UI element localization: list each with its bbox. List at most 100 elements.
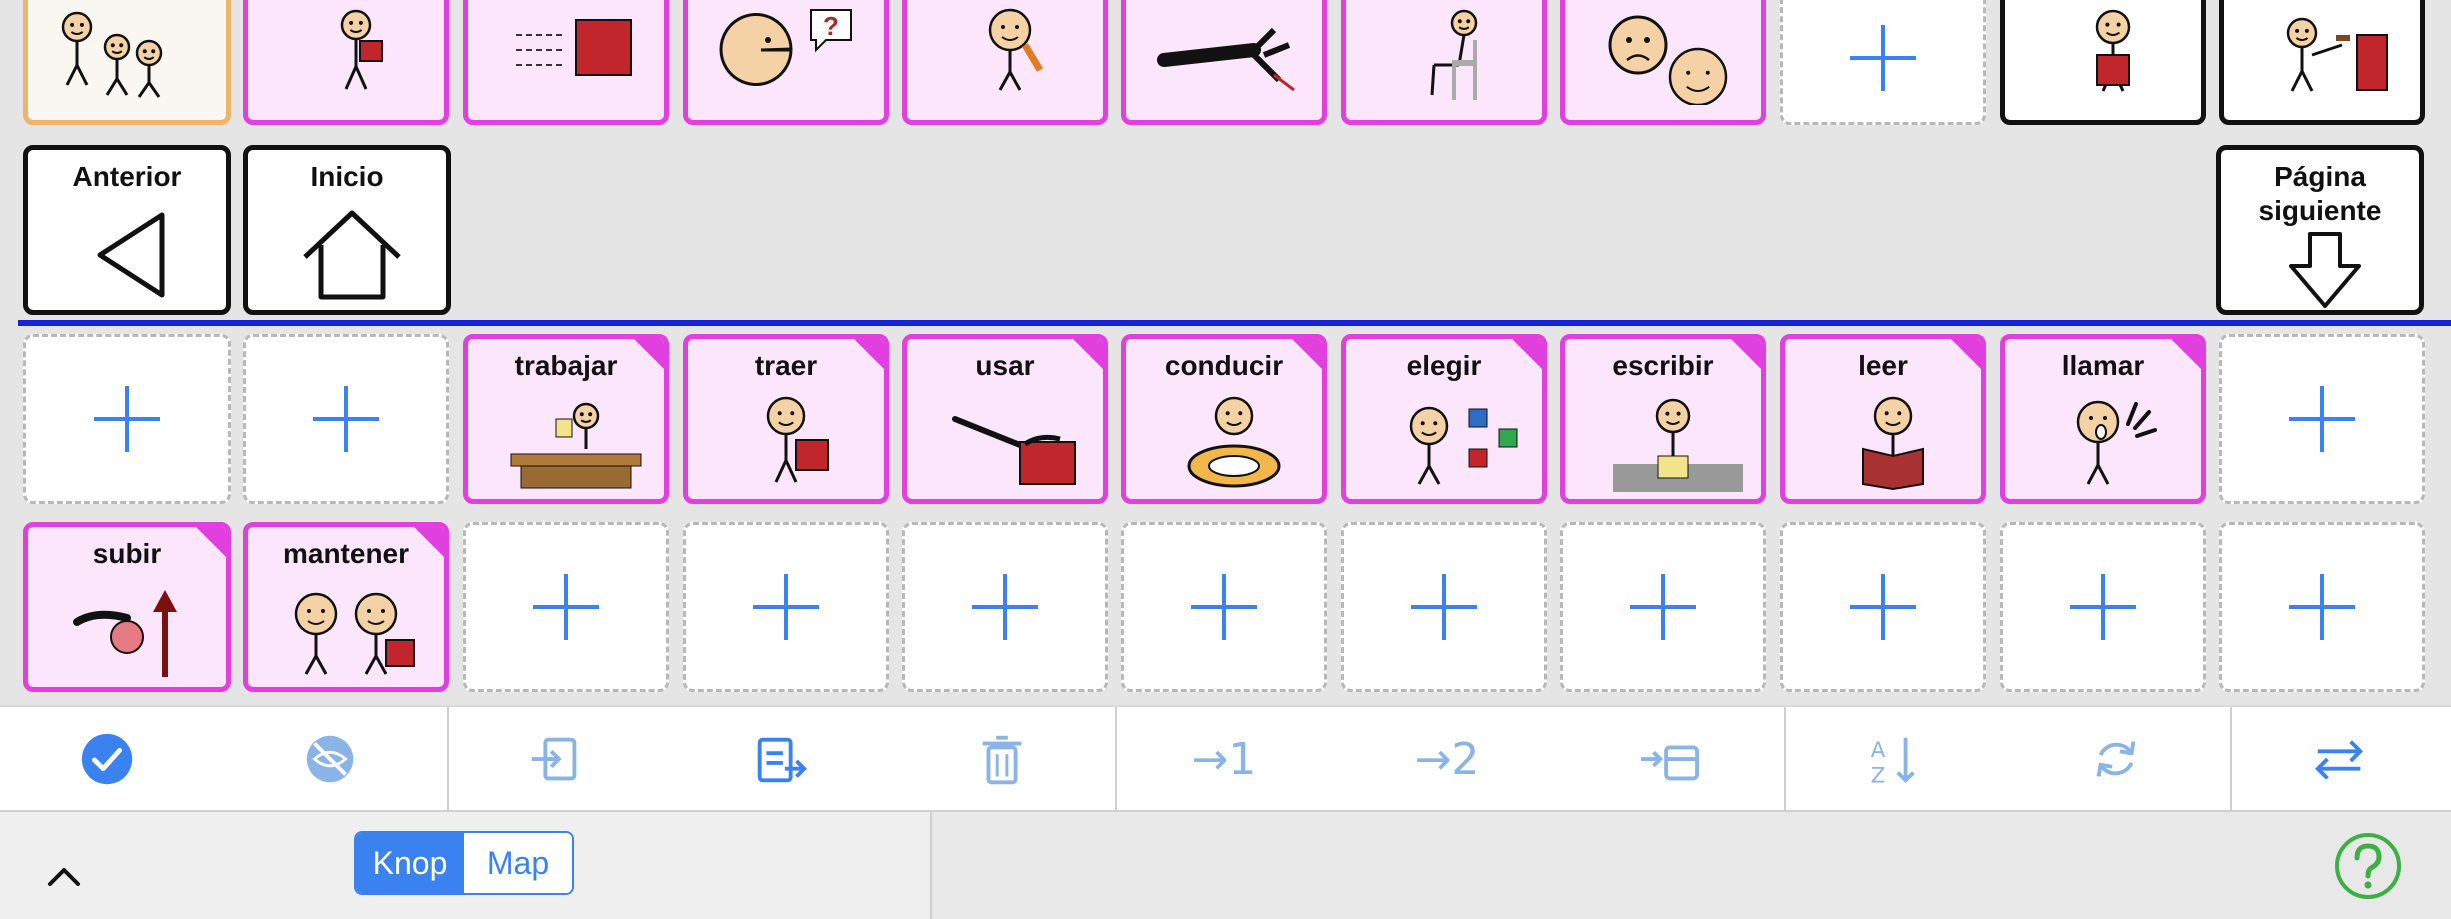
tile-elegir[interactable]: elegir	[1341, 334, 1547, 504]
tile-traer[interactable]: traer	[683, 334, 889, 504]
hide-eye-icon	[306, 735, 354, 782]
empty-tile[interactable]	[1121, 522, 1327, 692]
trash-icon	[982, 735, 1022, 784]
next-page-label: Página siguiente	[2258, 161, 2382, 226]
tile-people-group[interactable]	[23, 0, 231, 125]
empty-tile[interactable]	[683, 522, 889, 692]
tile-moving-red-square[interactable]	[463, 0, 669, 125]
svg-text:Z: Z	[1871, 763, 1886, 788]
tile-hand-pulling[interactable]	[1121, 0, 1327, 125]
empty-tile[interactable]	[2219, 522, 2425, 692]
move-to-2-button[interactable]: →2	[1387, 707, 1507, 812]
swap-icon	[2315, 739, 2364, 780]
folder-corner-marker	[1071, 339, 1103, 371]
tile-walking-person-with-box[interactable]	[243, 0, 449, 125]
board-grid: ? Anterior Inicio Página siguiente traba…	[0, 0, 2451, 705]
svg-text:?: ?	[823, 11, 839, 41]
folder-corner-marker	[1729, 339, 1761, 371]
empty-tile[interactable]	[1780, 522, 1986, 692]
check-circle-button[interactable]	[48, 707, 168, 812]
plus-icon	[1850, 574, 1916, 640]
two-people-box-icon	[294, 592, 415, 675]
hide-eye-button[interactable]	[271, 707, 391, 812]
tile-conducir[interactable]: conducir	[1121, 334, 1327, 504]
person-bringing-box-icon	[766, 396, 829, 483]
sort-az-icon: AZ	[1871, 737, 1915, 788]
next-page-button[interactable]: Página siguiente	[2216, 145, 2424, 315]
tile-leer[interactable]: leer	[1780, 334, 1986, 504]
tile-subir[interactable]: subir	[23, 522, 231, 692]
plus-icon	[1630, 574, 1696, 640]
plus-icon	[972, 574, 1038, 640]
plus-icon	[2070, 574, 2136, 640]
hand-pulling-icon	[1157, 27, 1295, 92]
plus-icon	[1411, 574, 1477, 640]
folder-corner-marker	[1949, 339, 1981, 371]
empty-tile[interactable]	[2219, 334, 2425, 504]
person-holding-box-icon	[2095, 9, 2131, 92]
empty-tile[interactable]	[23, 334, 231, 504]
folder-corner-marker	[1290, 339, 1322, 371]
svg-text:A: A	[1871, 738, 1886, 763]
refresh-icon	[2096, 740, 2136, 777]
tile-person-holding-box[interactable]	[2000, 0, 2206, 125]
sad-happy-faces-icon	[1608, 15, 1728, 105]
move-in-icon	[531, 737, 577, 780]
swap-button[interactable]	[2280, 707, 2400, 812]
move-to-2-icon: →2	[1414, 734, 1480, 785]
people-group-icon	[61, 11, 163, 98]
plus-icon	[1191, 574, 1257, 640]
edit-toolbar: →1 →2 A Z	[0, 705, 2451, 812]
home-label: Inicio	[310, 161, 384, 192]
paste-button[interactable]	[720, 707, 840, 812]
tile-llamar[interactable]: llamar	[2000, 334, 2206, 504]
tile-escribir[interactable]: escribir	[1560, 334, 1766, 504]
person-at-desk-icon	[510, 402, 642, 489]
empty-tile[interactable]	[1560, 522, 1766, 692]
empty-tile[interactable]	[902, 522, 1108, 692]
chevron-up-icon[interactable]	[44, 860, 84, 890]
sort-az-button[interactable]: AZ	[1833, 707, 1953, 812]
toolbar-separator	[1115, 707, 1117, 812]
segment-map[interactable]: Map	[464, 833, 572, 893]
tile-person-eating-carrot[interactable]	[902, 0, 1108, 125]
empty-tile[interactable]	[463, 522, 669, 692]
help-icon[interactable]	[2333, 831, 2403, 901]
plus-icon	[313, 386, 379, 452]
tile-person-hammering[interactable]	[2219, 0, 2425, 125]
moving-red-square-icon	[516, 19, 632, 76]
home-icon	[303, 210, 401, 300]
tile-sad-happy-faces[interactable]	[1560, 0, 1766, 125]
tile-person-sitting-chair[interactable]	[1341, 0, 1547, 125]
toolbar-separator	[447, 707, 449, 812]
empty-tile[interactable]	[1341, 522, 1547, 692]
plus-icon	[94, 386, 160, 452]
arrow-down-icon	[2289, 232, 2361, 308]
move-in-button[interactable]	[496, 707, 616, 812]
board-divider	[18, 320, 2451, 326]
plus-icon	[753, 574, 819, 640]
tile-usar[interactable]: usar	[902, 334, 1108, 504]
plus-icon	[1850, 24, 1916, 91]
hand-arrow-up-icon	[73, 590, 177, 677]
segment-knop[interactable]: Knop	[356, 833, 464, 893]
folder-corner-marker	[1510, 339, 1542, 371]
previous-page-button[interactable]: Anterior	[23, 145, 231, 315]
folder-corner-marker	[632, 339, 664, 371]
folder-corner-marker	[852, 339, 884, 371]
move-to-archive-button[interactable]	[1609, 707, 1729, 812]
empty-tile[interactable]	[1780, 0, 1986, 125]
tile-mantener[interactable]: mantener	[243, 522, 449, 692]
person-calling-icon	[2076, 400, 2157, 485]
face-question-icon: ?	[719, 9, 852, 86]
folder-corner-marker	[194, 527, 226, 559]
home-button[interactable]: Inicio	[243, 145, 451, 315]
refresh-button[interactable]	[2057, 707, 2177, 812]
tile-face-question[interactable]: ?	[683, 0, 889, 125]
move-to-1-button[interactable]: →1	[1164, 707, 1284, 812]
bottom-bar: Knop Map	[0, 812, 2451, 919]
empty-tile[interactable]	[243, 334, 449, 504]
empty-tile[interactable]	[2000, 522, 2206, 692]
tile-trabajar[interactable]: trabajar	[463, 334, 669, 504]
trash-button[interactable]	[943, 707, 1063, 812]
